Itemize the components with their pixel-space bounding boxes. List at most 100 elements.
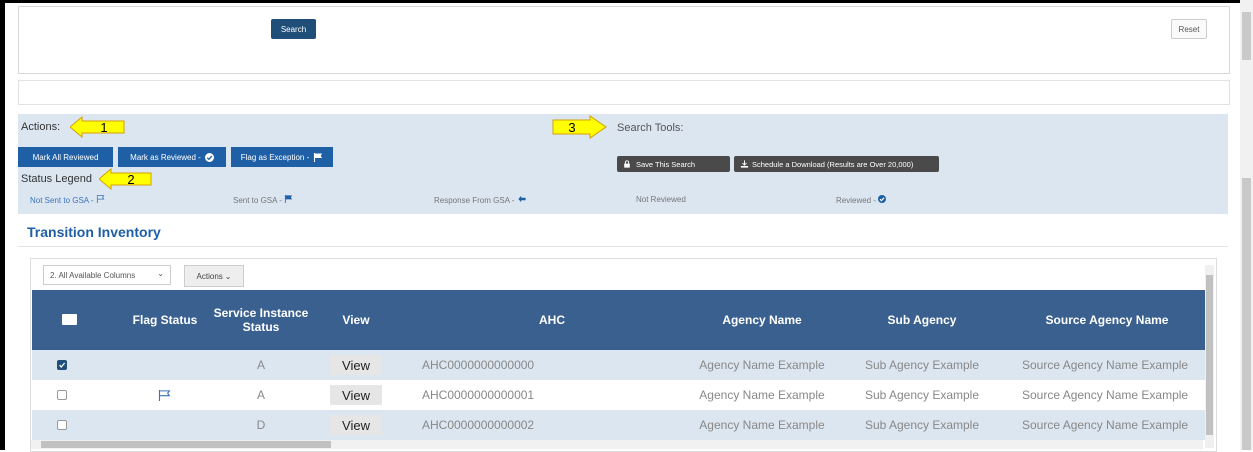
select-all-checkbox[interactable] bbox=[62, 314, 77, 325]
check-icon bbox=[59, 362, 66, 369]
chevron-down-icon: ⌄ bbox=[224, 271, 232, 281]
row-checkbox[interactable] bbox=[57, 420, 67, 430]
callout-1-arrow-icon: 1 bbox=[70, 116, 125, 138]
spacer-panel bbox=[18, 80, 1230, 105]
flag-filled-icon bbox=[285, 195, 293, 203]
table-row: D View AHC0000000000002 Agency Name Exam… bbox=[32, 410, 1205, 440]
reset-button[interactable]: Reset bbox=[1171, 19, 1207, 39]
scrollbar-thumb[interactable] bbox=[41, 441, 331, 448]
col-flag-status[interactable]: Flag Status bbox=[124, 290, 206, 350]
flag-outline-icon[interactable] bbox=[158, 389, 172, 401]
scrollbar-thumb[interactable] bbox=[1206, 275, 1213, 435]
legend-not-sent: Not Sent to GSA - bbox=[30, 195, 105, 205]
table-row: A View AHC0000000000000 Agency Name Exam… bbox=[32, 350, 1205, 380]
search-panel: Search Reset bbox=[18, 6, 1230, 74]
table-actions-dropdown[interactable]: Actions ⌄ bbox=[184, 265, 244, 287]
legend-not-reviewed-label: Not Reviewed bbox=[636, 195, 686, 204]
reply-arrow-icon bbox=[518, 195, 526, 203]
col-view[interactable]: View bbox=[316, 290, 396, 350]
callout-2-label: 2 bbox=[127, 172, 134, 187]
table-horizontal-scrollbar[interactable] bbox=[31, 440, 1203, 449]
view-button[interactable]: View bbox=[330, 415, 382, 435]
actions-label: Actions: bbox=[21, 121, 61, 133]
agency-name-cell: Agency Name Example bbox=[699, 358, 825, 372]
view-button[interactable]: View bbox=[330, 355, 382, 375]
row-checkbox[interactable] bbox=[57, 360, 67, 370]
columns-select-value: 2. All Available Columns bbox=[50, 270, 136, 280]
flag-as-exception-label: Flag as Exception - bbox=[240, 152, 310, 162]
search-button[interactable]: Search bbox=[271, 19, 316, 39]
left-border bbox=[0, 0, 5, 450]
table-header: Flag Status Service Instance Status View… bbox=[32, 290, 1205, 350]
mark-as-reviewed-label: Mark as Reviewed - bbox=[130, 152, 201, 162]
status-cell: D bbox=[256, 418, 266, 432]
flag-as-exception-button[interactable]: Flag as Exception - bbox=[231, 147, 333, 167]
source-agency-cell: Source Agency Name Example bbox=[1022, 358, 1189, 372]
flag-status-cell bbox=[124, 380, 206, 410]
status-legend-label: Status Legend bbox=[21, 173, 92, 185]
search-tools-label: Search Tools: bbox=[617, 122, 684, 134]
callout-1-label: 1 bbox=[100, 120, 107, 135]
chevron-down-icon: ⌄ bbox=[157, 269, 164, 278]
save-search-label: Save This Search bbox=[636, 159, 696, 169]
legend-reviewed: Reviewed - bbox=[836, 195, 887, 205]
status-cell: A bbox=[256, 358, 265, 372]
schedule-download-button[interactable]: Schedule a Download (Results are Over 20… bbox=[734, 156, 939, 172]
scrollbar-thumb[interactable] bbox=[1242, 12, 1251, 60]
check-circle-icon bbox=[204, 152, 214, 162]
source-agency-cell: Source Agency Name Example bbox=[1022, 388, 1189, 402]
legend-response: Response From GSA - bbox=[434, 195, 527, 205]
table-actions-label: Actions bbox=[196, 271, 223, 281]
col-agency-name[interactable]: Agency Name bbox=[682, 290, 842, 350]
table-row: A View AHC0000000000001 Agency Name Exam… bbox=[32, 380, 1205, 410]
col-ahc[interactable]: AHC bbox=[402, 290, 702, 350]
scrollbar-thumb[interactable] bbox=[1242, 178, 1251, 450]
legend-not-sent-label: Not Sent to GSA - bbox=[30, 196, 94, 205]
top-border bbox=[0, 0, 1253, 3]
flag-status-cell bbox=[124, 350, 206, 380]
table-vertical-scrollbar[interactable] bbox=[1205, 265, 1214, 448]
mark-all-reviewed-button[interactable]: Mark All Reviewed bbox=[18, 147, 113, 167]
row-checkbox-cell bbox=[52, 410, 72, 440]
mark-as-reviewed-button[interactable]: Mark as Reviewed - bbox=[118, 147, 226, 167]
col-source-agency-name[interactable]: Source Agency Name bbox=[1017, 290, 1197, 350]
row-checkbox-cell bbox=[52, 380, 72, 410]
view-cell: View bbox=[316, 350, 396, 380]
mark-all-reviewed-label: Mark All Reviewed bbox=[32, 152, 99, 162]
col-sub-agency[interactable]: Sub Agency bbox=[842, 290, 1002, 350]
legend-response-label: Response From GSA - bbox=[434, 196, 515, 205]
legend-sent: Sent to GSA - bbox=[233, 195, 293, 205]
flag-filled-icon bbox=[314, 152, 323, 162]
ahc-cell: AHC0000000000001 bbox=[422, 388, 535, 402]
page: Search Reset Actions: Mark All Reviewed … bbox=[0, 0, 1253, 452]
source-agency-cell: Source Agency Name Example bbox=[1022, 418, 1189, 432]
view-cell: View bbox=[316, 380, 396, 410]
callout-3-label: 3 bbox=[568, 120, 575, 135]
agency-name-cell: Agency Name Example bbox=[699, 388, 825, 402]
view-cell: View bbox=[316, 410, 396, 440]
section-header: Transition Inventory bbox=[18, 216, 1228, 247]
page-scrollbar[interactable] bbox=[1240, 0, 1253, 450]
col-service-instance-status[interactable]: Service Instance Status bbox=[206, 290, 316, 350]
ahc-cell: AHC0000000000002 bbox=[422, 418, 535, 432]
check-circle-icon bbox=[878, 195, 887, 203]
legend-reviewed-label: Reviewed - bbox=[836, 196, 877, 205]
legend-not-reviewed: Not Reviewed bbox=[636, 195, 686, 204]
save-search-button[interactable]: Save This Search bbox=[617, 156, 730, 172]
view-button[interactable]: View bbox=[330, 385, 382, 405]
sub-agency-cell: Sub Agency Example bbox=[864, 388, 980, 402]
flag-status-cell bbox=[124, 410, 206, 440]
ahc-cell: AHC0000000000000 bbox=[422, 358, 535, 372]
agency-name-cell: Agency Name Example bbox=[699, 418, 825, 432]
sub-agency-cell: Sub Agency Example bbox=[864, 358, 980, 372]
callout-2-arrow-icon: 2 bbox=[99, 168, 152, 190]
flag-outline-icon bbox=[96, 195, 105, 203]
page-title: Transition Inventory bbox=[27, 224, 161, 240]
status-cell: A bbox=[256, 388, 265, 402]
row-checkbox-cell bbox=[52, 350, 72, 380]
row-checkbox[interactable] bbox=[57, 390, 67, 400]
schedule-download-label: Schedule a Download (Results are Over 20… bbox=[752, 159, 914, 169]
sub-agency-cell: Sub Agency Example bbox=[864, 418, 980, 432]
columns-select[interactable]: 2. All Available Columns ⌄ bbox=[43, 265, 171, 285]
legend-sent-label: Sent to GSA - bbox=[233, 196, 282, 205]
